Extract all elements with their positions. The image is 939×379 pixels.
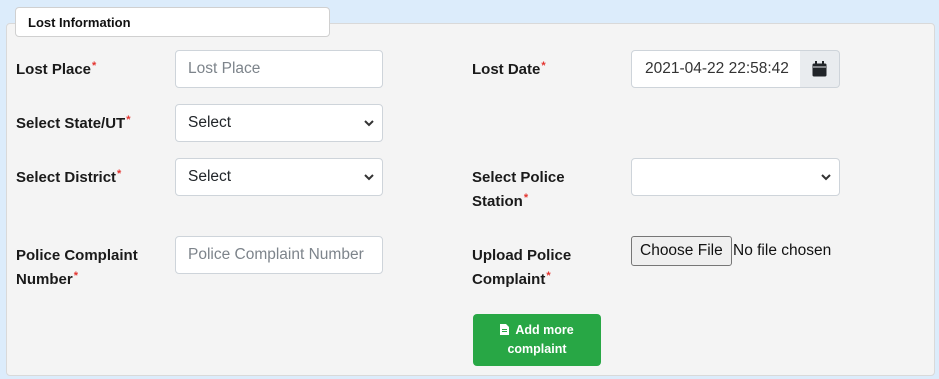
district-select[interactable]: Select: [175, 158, 383, 196]
police-station-select[interactable]: [631, 158, 840, 196]
police-station-label-line2: Station: [472, 193, 523, 210]
state-label: Select State/UT*: [16, 112, 131, 136]
chevron-down-icon: [821, 174, 831, 181]
required-mark: *: [117, 168, 122, 180]
state-selected-value: Select: [188, 114, 232, 131]
state-label-text: Select State/UT: [16, 115, 126, 132]
complaint-number-label-line1: Police Complaint: [16, 247, 138, 264]
district-label: Select District*: [16, 166, 121, 190]
date-picker-button[interactable]: [800, 50, 840, 88]
calendar-icon: [812, 61, 827, 77]
file-status-text: No file chosen: [733, 242, 832, 259]
required-mark: *: [92, 60, 97, 72]
lost-place-label: Lost Place*: [16, 58, 96, 82]
police-station-label-line1: Select Police: [472, 169, 565, 186]
upload-complaint-label-line1: Upload Police: [472, 247, 572, 264]
complaint-number-input[interactable]: Police Complaint Number: [175, 236, 383, 274]
lost-place-label-text: Lost Place: [16, 61, 92, 78]
complaint-number-label-line2: Number: [16, 271, 73, 288]
upload-complaint-label-line2: Complaint: [472, 271, 546, 288]
lost-date-value: 2021-04-22 22:58:42: [645, 60, 789, 77]
district-selected-value: Select: [188, 168, 232, 185]
lost-place-placeholder: Lost Place: [188, 60, 261, 77]
lost-date-label-text: Lost Date: [472, 61, 541, 78]
complaint-number-label: Police Complaint Number*: [16, 244, 138, 292]
add-more-line2: complaint: [507, 342, 567, 356]
add-more-line1: Add more: [515, 323, 574, 337]
lost-date-input[interactable]: 2021-04-22 22:58:42: [631, 50, 801, 88]
add-more-complaint-button[interactable]: Add more complaint: [473, 314, 601, 366]
file-icon: [500, 324, 510, 335]
required-mark: *: [73, 270, 78, 282]
lost-date-label: Lost Date*: [472, 58, 546, 82]
required-mark: *: [523, 192, 529, 204]
section-legend: Lost Information: [15, 7, 330, 37]
state-select[interactable]: Select: [175, 104, 383, 142]
choose-file-button[interactable]: Choose File: [631, 236, 732, 266]
lost-place-input[interactable]: Lost Place: [175, 50, 383, 88]
required-mark: *: [546, 270, 551, 282]
complaint-number-placeholder: Police Complaint Number: [188, 246, 364, 263]
police-station-label: Select Police Station*: [472, 166, 565, 214]
district-label-text: Select District: [16, 169, 117, 186]
required-mark: *: [541, 60, 546, 72]
required-mark: *: [126, 114, 131, 126]
chevron-down-icon: [364, 120, 374, 127]
chevron-down-icon: [364, 174, 374, 181]
upload-complaint-label: Upload Police Complaint*: [472, 244, 571, 292]
